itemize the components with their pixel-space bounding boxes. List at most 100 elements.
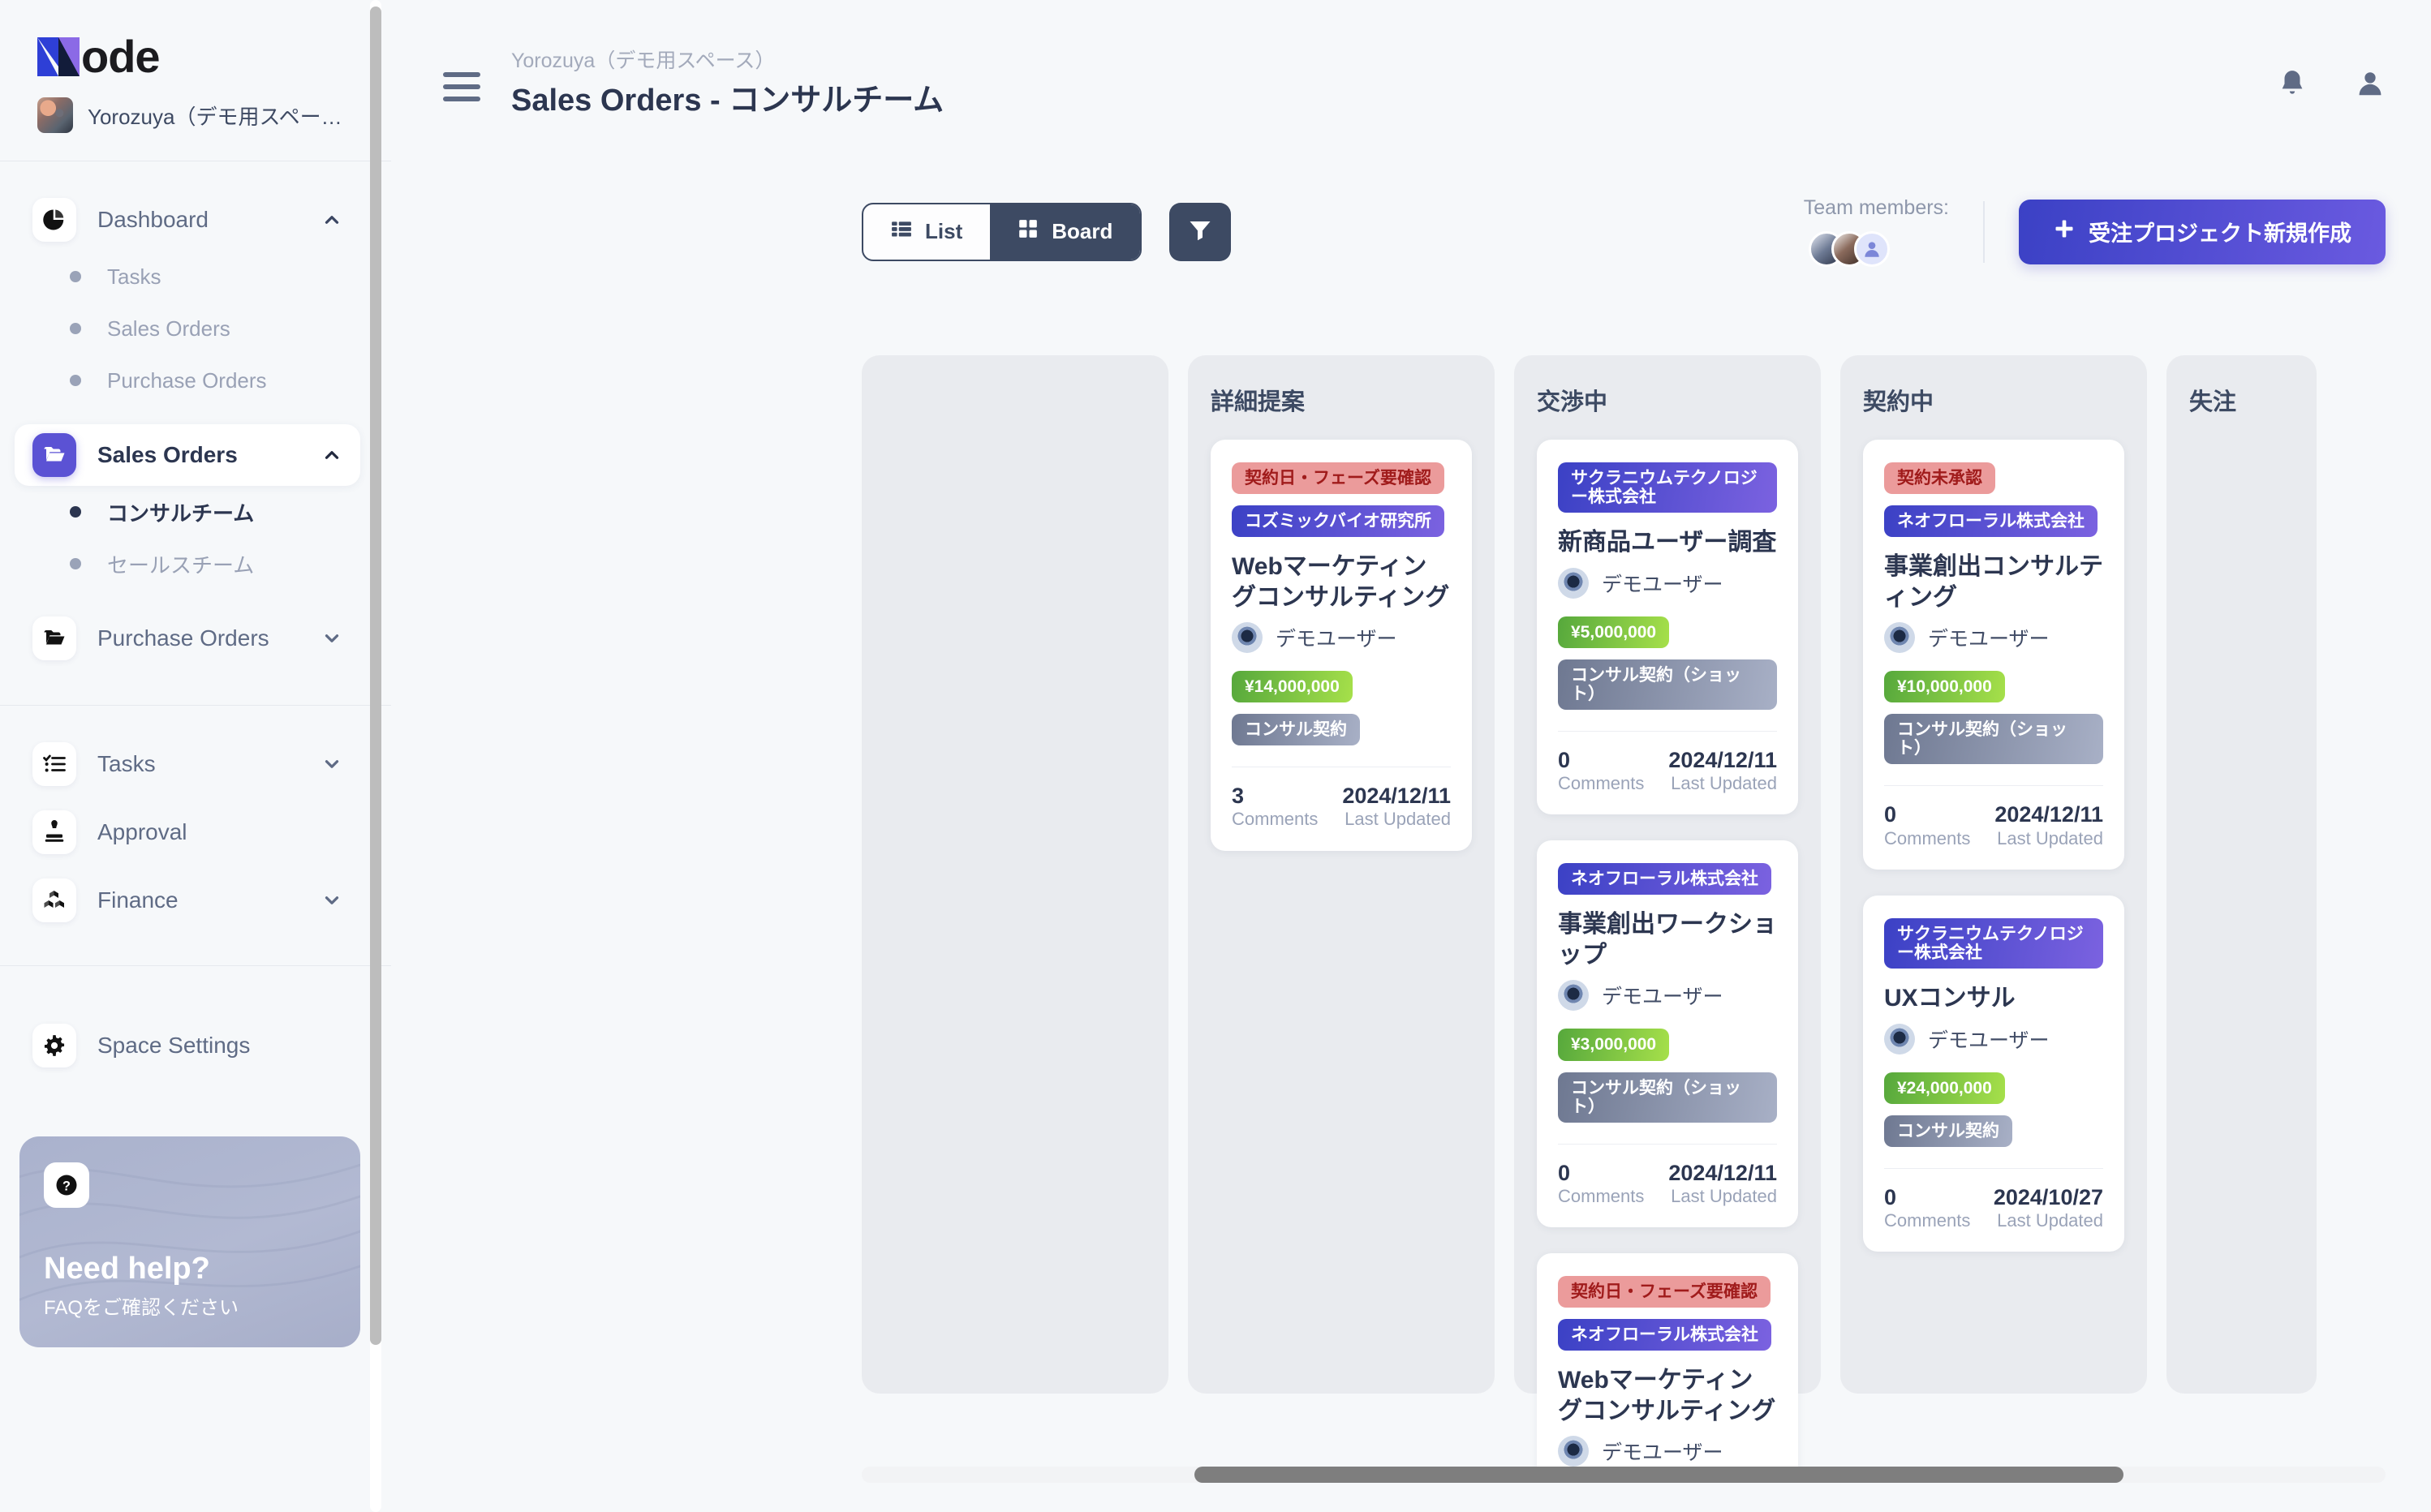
card-footer: 0 Comments 2024/10/27 Last Updated	[1884, 1167, 2103, 1231]
tab-board-label: Board	[1052, 219, 1113, 243]
sidebar-item-tasks[interactable]: Tasks	[15, 733, 360, 795]
card-assignee: デモユーザー	[1558, 567, 1777, 599]
sidebar-item-approval[interactable]: Approval	[15, 801, 360, 863]
folder-icon	[32, 616, 76, 660]
chevron-up-icon[interactable]	[321, 209, 342, 230]
sidebar-sublabel: セールスチーム	[107, 552, 255, 578]
team-avatar-stack[interactable]	[1804, 231, 1890, 267]
stamp-icon	[32, 810, 76, 854]
card-footer: 0 Comments 2024/12/11 Last Updated	[1558, 1143, 1777, 1206]
user-icon[interactable]	[2355, 68, 2386, 103]
sidebar-item-dashboard-purchase-orders[interactable]: Purchase Orders	[0, 354, 391, 406]
create-button-label: 受注プロジェクト新規作成	[2089, 221, 2351, 246]
bullet-icon	[70, 375, 81, 386]
kanban-card[interactable]: ネオフローラル株式会社 事業創出ワークショップ デモユーザー ¥3,000,000…	[1537, 840, 1798, 1228]
bullet-icon	[70, 558, 81, 569]
sidebar-item-dashboard-sales-orders[interactable]: Sales Orders	[0, 303, 391, 354]
avatar	[1558, 567, 1589, 599]
sidebar-divider-bottom	[0, 965, 391, 966]
kanban-board-viewport: 詳細提案 契約日・フェーズ要確認 コズミックバイオ研究所 Webマーケティングコンサル…	[391, 355, 2431, 1468]
card-assignee: デモユーザー	[1558, 1436, 1777, 1467]
chevron-up-icon[interactable]	[321, 445, 342, 466]
chevron-down-icon[interactable]	[321, 628, 342, 649]
kanban-card[interactable]: サクラニウムテクノロジー株式会社 新商品ユーザー調査 デモユーザー ¥5,000,…	[1537, 440, 1798, 815]
create-sales-order-button[interactable]: 受注プロジェクト新規作成	[2019, 199, 2386, 264]
sidebar-sublabel: コンサルチーム	[107, 500, 255, 526]
card-footer: 3 Comments 2024/12/11 Last Updated	[1232, 767, 1451, 829]
tab-list[interactable]: List	[863, 204, 990, 260]
card-footer: 0 Comments 2024/12/11 Last Updated	[1558, 730, 1777, 793]
card-title: Webマーケティングコンサルティング	[1558, 1367, 1776, 1424]
filter-icon	[1188, 217, 1212, 246]
contract-type-chip: コンサル契約	[1232, 714, 1360, 746]
kanban-card[interactable]: サクラニウムテクノロジー株式会社 UXコンサル デモユーザー ¥24,000,00…	[1863, 895, 2124, 1252]
sidebar-item-finance[interactable]: Finance	[15, 870, 360, 931]
hamburger-icon[interactable]	[443, 68, 480, 105]
amount-chip: ¥24,000,000	[1884, 1072, 2005, 1104]
kanban-card[interactable]: 契約日・フェーズ要確認 コズミックバイオ研究所 Webマーケティングコンサルティング…	[1211, 440, 1472, 851]
kanban-column[interactable]	[862, 355, 1168, 1394]
bullet-icon	[70, 506, 81, 518]
chevron-down-icon[interactable]	[321, 754, 342, 775]
alert-badge: 契約未承認	[1884, 462, 1995, 495]
board-view-icon	[1018, 218, 1039, 245]
updated-date: 2024/12/11	[1994, 802, 2103, 827]
help-subtitle: FAQをご確認ください	[44, 1297, 239, 1319]
workspace-switcher[interactable]: Yorozuya（デモ用スペー…	[0, 79, 391, 133]
comments-label: Comments	[1558, 1185, 1645, 1206]
amount-chip: ¥5,000,000	[1558, 616, 1670, 648]
kanban-column[interactable]: 交渉中 サクラニウムテクノロジー株式会社 新商品ユーザー調査 デモユーザー ¥5,0…	[1514, 355, 1821, 1468]
view-toolbar: List Board Team members: 受注プロジェクト新規作成	[391, 177, 2431, 267]
tab-list-label: List	[925, 219, 963, 243]
kanban-column[interactable]: 詳細提案 契約日・フェーズ要確認 コズミックバイオ研究所 Webマーケティングコンサル…	[1188, 355, 1495, 1394]
contract-type-chip: コンサル契約（ショット）	[1558, 659, 1777, 710]
comments-count: 3	[1232, 784, 1245, 809]
avatar	[1232, 622, 1263, 654]
kanban-column[interactable]: 契約中 契約未承認 ネオフローラル株式会社 事業創出コンサルティング デモユーザー ¥…	[1840, 355, 2147, 1394]
bell-icon[interactable]	[2277, 68, 2308, 103]
sidebar-item-space-settings[interactable]: Space Settings	[15, 1015, 360, 1076]
sidebar-scrollbar-thumb[interactable]	[370, 6, 381, 1345]
kanban-card-list: 契約日・フェーズ要確認 コズミックバイオ研究所 Webマーケティングコンサルティング…	[1211, 440, 1472, 851]
sidebar-item-consul-team[interactable]: コンサルチーム	[0, 486, 391, 538]
need-help-card[interactable]: ? Need help? FAQをご確認ください	[19, 1136, 360, 1347]
gear-icon	[32, 1024, 76, 1067]
sidebar-item-dashboard[interactable]: Dashboard	[15, 189, 360, 251]
plus-icon	[2053, 217, 2076, 246]
sidebar-label-space-settings: Space Settings	[97, 1033, 251, 1058]
sidebar: ode Yorozuya（デモ用スペー… Dashboard Tasks Sal…	[0, 0, 391, 1512]
comments-count: 0	[1884, 802, 1897, 827]
card-title: Webマーケティングコンサルティング	[1232, 553, 1450, 611]
filter-button[interactable]	[1169, 202, 1232, 261]
kanban-column[interactable]: 失注	[2166, 355, 2317, 1394]
kanban-card[interactable]: 契約日・フェーズ要確認 ネオフローラル株式会社 Webマーケティングコンサルティング…	[1537, 1253, 1798, 1468]
comments-count: 0	[1884, 1184, 1897, 1209]
main-content: Yorozuya（デモ用スペース） Sales Orders - コンサルチーム	[391, 0, 2431, 1512]
assignee-name: デモユーザー	[1928, 1029, 2050, 1052]
sidebar-item-sales-orders[interactable]: Sales Orders	[15, 424, 360, 486]
company-badge: ネオフローラル株式会社	[1558, 863, 1771, 896]
top-bar: Yorozuya（デモ用スペース） Sales Orders - コンサルチーム	[391, 0, 2431, 162]
company-badge: コズミックバイオ研究所	[1232, 505, 1444, 538]
sidebar-item-dashboard-tasks[interactable]: Tasks	[0, 251, 391, 303]
breadcrumb: Yorozuya（デモ用スペース）	[511, 49, 776, 72]
sidebar-divider-mid	[0, 705, 391, 706]
kanban-card[interactable]: 契約未承認 ネオフローラル株式会社 事業創出コンサルティング デモユーザー ¥10,…	[1863, 440, 2124, 870]
company-badge: サクラニウムテクノロジー株式会社	[1884, 917, 2103, 969]
card-updated: 2024/10/27 Last Updated	[1994, 1185, 2103, 1231]
card-chips: ¥24,000,000 コンサル契約	[1884, 1072, 2103, 1147]
bullet-icon	[70, 323, 81, 334]
updated-date: 2024/12/11	[1668, 1160, 1777, 1185]
company-badge: ネオフローラル株式会社	[1558, 1319, 1771, 1351]
card-title: 事業創出ワークショップ	[1558, 911, 1777, 969]
app-logo[interactable]: ode	[0, 0, 391, 79]
app-root: ode Yorozuya（デモ用スペー… Dashboard Tasks Sal…	[0, 0, 2431, 1512]
sidebar-label-sales-orders: Sales Orders	[97, 442, 238, 467]
sidebar-item-sales-team[interactable]: セールスチーム	[0, 538, 391, 590]
tab-board[interactable]: Board	[990, 204, 1141, 260]
card-title: 新商品ユーザー調査	[1558, 529, 1777, 556]
sidebar-item-purchase-orders[interactable]: Purchase Orders	[15, 608, 360, 669]
chevron-down-icon[interactable]	[321, 890, 342, 911]
board-scrollbar-thumb[interactable]	[1194, 1467, 2123, 1483]
card-chips: ¥14,000,000 コンサル契約	[1232, 671, 1451, 746]
